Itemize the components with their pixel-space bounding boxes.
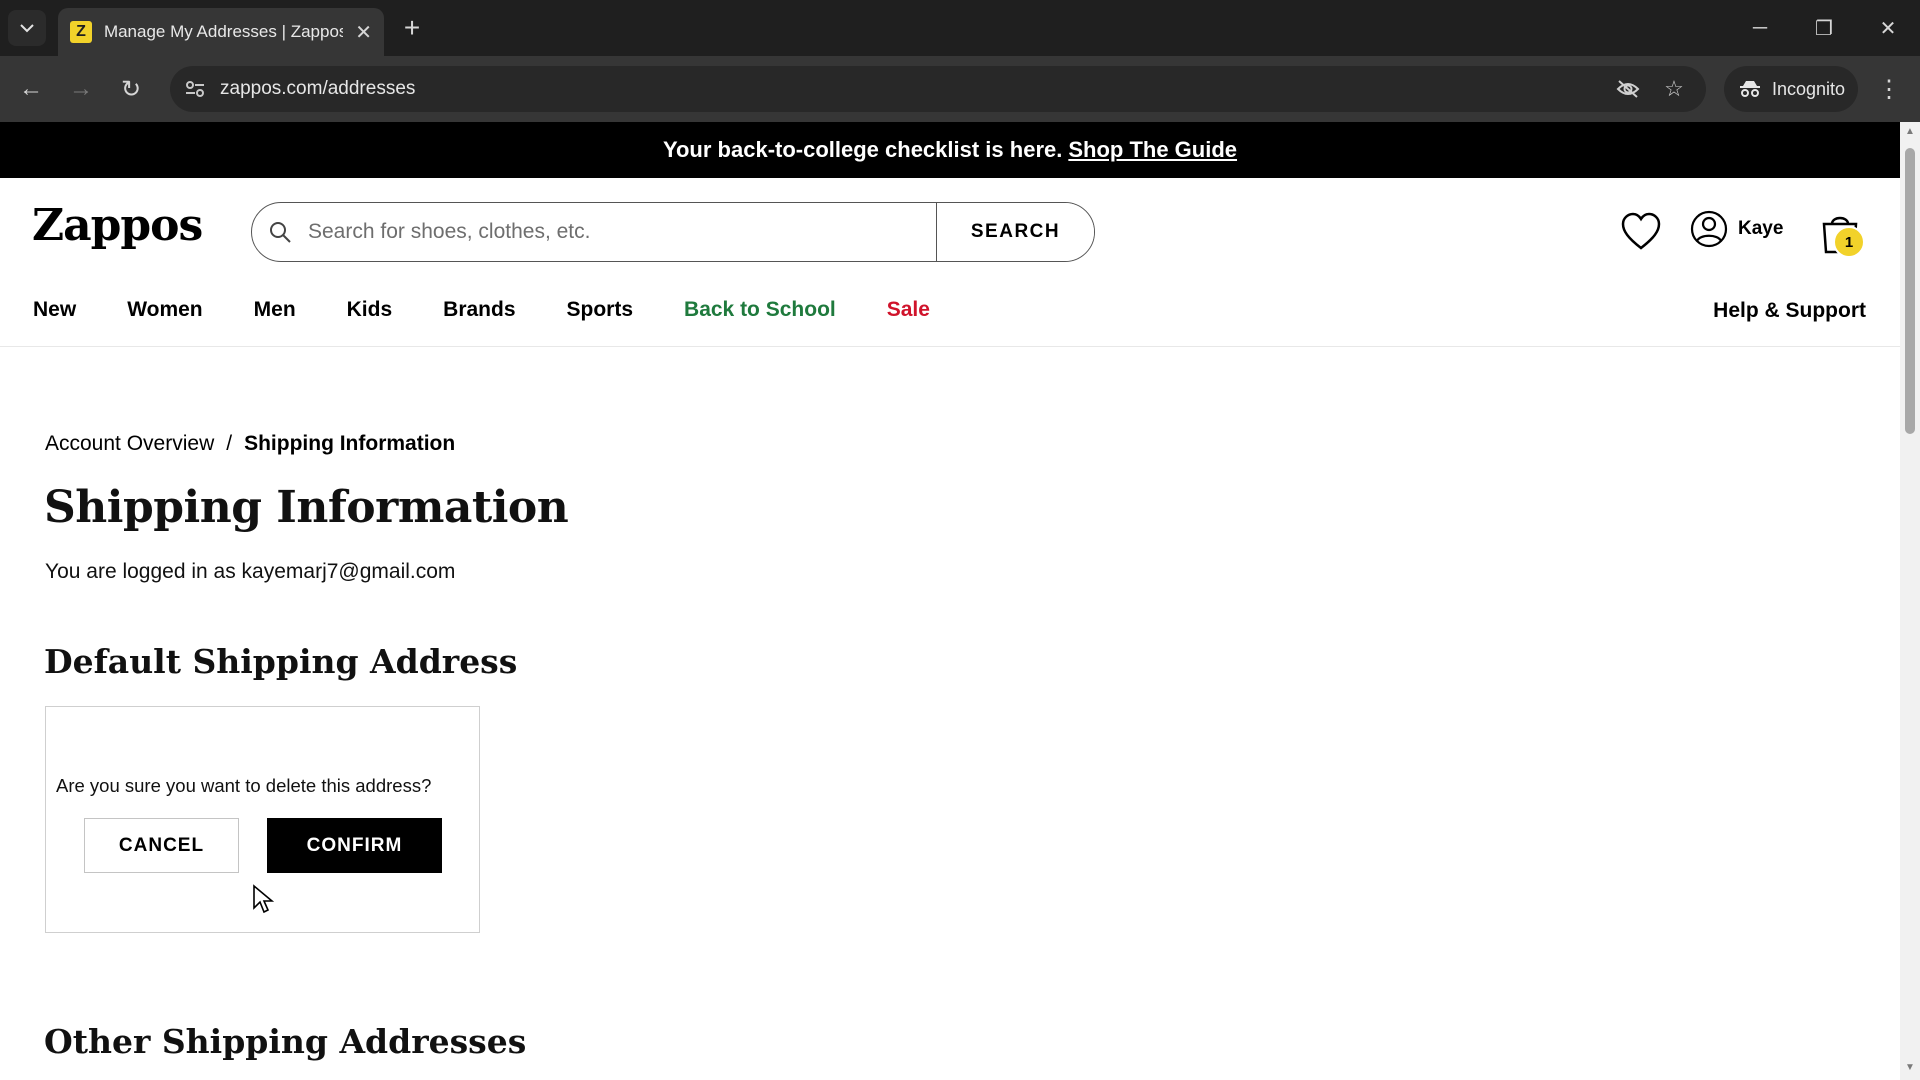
back-arrow-icon[interactable]: ← [12, 70, 50, 108]
page-title: Shipping Information [44, 482, 569, 533]
nav-sports[interactable]: Sports [567, 298, 634, 322]
browser-menu-icon[interactable]: ⋮ [1874, 72, 1904, 106]
default-address-heading: Default Shipping Address [44, 642, 518, 681]
main-nav: New Women Men Kids Brands Sports Back to… [33, 298, 981, 322]
search-bar: SEARCH [251, 202, 1095, 262]
nav-kids[interactable]: Kids [347, 298, 393, 322]
mouse-cursor-icon [253, 884, 274, 914]
browser-tab-bar: Z Manage My Addresses | Zappos ✕ + ─ ❐ ✕ [0, 0, 1920, 56]
account-name: Kaye [1738, 218, 1784, 239]
incognito-icon [1738, 79, 1762, 99]
nav-men[interactable]: Men [254, 298, 296, 322]
scroll-up-arrow-icon[interactable]: ▲ [1904, 126, 1916, 138]
breadcrumb-current: Shipping Information [244, 432, 456, 455]
reload-icon[interactable]: ↻ [112, 70, 150, 108]
header-divider [0, 346, 1900, 347]
breadcrumb-account-overview[interactable]: Account Overview [45, 432, 214, 456]
scroll-down-arrow-icon[interactable]: ▼ [1904, 1062, 1916, 1074]
nav-women[interactable]: Women [127, 298, 202, 322]
other-addresses-heading: Other Shipping Addresses [44, 1022, 527, 1061]
zappos-logo[interactable]: Zappos [32, 200, 203, 251]
page-content: Your back-to-college checklist is here. … [0, 122, 1900, 1080]
close-tab-icon[interactable]: ✕ [355, 20, 372, 45]
search-button[interactable]: SEARCH [936, 203, 1094, 261]
forward-arrow-icon[interactable]: → [62, 70, 100, 108]
browser-toolbar: ← → ↻ zappos.com/addresses ☆ Incognito ⋮ [0, 56, 1920, 122]
minimize-window-icon[interactable]: ─ [1740, 10, 1780, 46]
favorites-heart-icon[interactable] [1620, 212, 1662, 252]
promo-link[interactable]: Shop The Guide [1068, 137, 1237, 163]
promo-text: Your back-to-college checklist is here. [662, 137, 1063, 162]
help-support-link[interactable]: Help & Support [1713, 299, 1866, 323]
user-avatar-icon [1690, 210, 1728, 248]
nav-sale[interactable]: Sale [887, 298, 930, 322]
eye-off-icon[interactable] [1614, 75, 1642, 103]
breadcrumb-separator: / [226, 432, 233, 455]
breadcrumb: Account Overview / Shipping Information [45, 432, 455, 456]
logged-in-text: You are logged in as kayemarj7@gmail.com [45, 560, 456, 583]
search-input[interactable] [308, 203, 936, 261]
delete-confirm-question: Are you sure you want to delete this add… [56, 775, 432, 796]
account-menu[interactable]: Kaye [1690, 210, 1783, 248]
promo-banner: Your back-to-college checklist is here. … [0, 122, 1900, 178]
nav-back-to-school[interactable]: Back to School [684, 298, 836, 322]
bookmark-star-icon[interactable]: ☆ [1660, 75, 1688, 103]
nav-new[interactable]: New [33, 298, 76, 322]
browser-tab-active[interactable]: Z Manage My Addresses | Zappos ✕ [58, 8, 384, 56]
url-text[interactable]: zappos.com/addresses [220, 78, 415, 100]
cart-count-badge: 1 [1833, 226, 1865, 258]
incognito-label: Incognito [1772, 78, 1846, 99]
nav-brands[interactable]: Brands [443, 298, 515, 322]
cancel-button[interactable]: CANCEL [84, 818, 239, 873]
tab-title: Manage My Addresses | Zappos [103, 22, 344, 41]
address-bar[interactable]: zappos.com/addresses ☆ [170, 66, 1706, 112]
incognito-indicator[interactable]: Incognito [1724, 66, 1858, 112]
zappos-favicon-icon: Z [70, 21, 92, 43]
restore-window-icon[interactable]: ❐ [1804, 10, 1844, 46]
page-scrollbar[interactable]: ▲ ▼ [1900, 122, 1920, 1080]
site-info-icon[interactable] [182, 76, 208, 102]
scrollbar-thumb[interactable] [1905, 148, 1915, 434]
search-icon [252, 203, 308, 261]
tab-search-dropdown[interactable] [8, 10, 46, 46]
close-window-icon[interactable]: ✕ [1868, 10, 1908, 46]
confirm-button[interactable]: CONFIRM [267, 818, 442, 873]
new-tab-button[interactable]: + [396, 12, 428, 44]
chevron-down-icon [20, 24, 34, 33]
